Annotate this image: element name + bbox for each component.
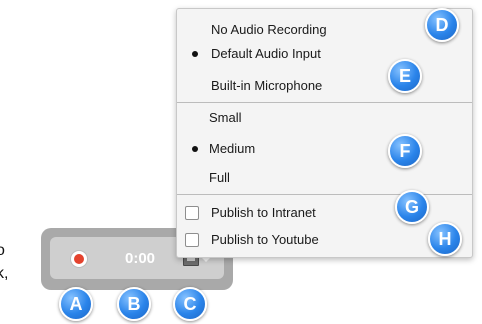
record-button[interactable] — [71, 251, 87, 267]
callout-badge-d: D — [425, 8, 459, 42]
menu-item-label: Default Audio Input — [211, 46, 321, 61]
recording-options-menu: No Audio Recording Default Audio Input B… — [176, 8, 473, 258]
menu-item-label: Full — [209, 170, 230, 185]
menu-item-label: No Audio Recording — [211, 22, 327, 37]
menu-item-label: Medium — [209, 141, 256, 156]
callout-badge-a: A — [59, 287, 93, 321]
clipped-text-line-2: k, — [0, 265, 9, 282]
recording-timer: 0:00 — [125, 250, 156, 267]
menu-item-builtin-mic[interactable]: Built-in Microphone — [177, 74, 472, 98]
publish-youtube-checkbox[interactable] — [185, 233, 199, 247]
menu-separator — [177, 102, 472, 103]
callout-badge-c: C — [173, 287, 207, 321]
publish-intranet-checkbox[interactable] — [185, 206, 199, 220]
menu-item-size-medium[interactable]: Medium — [177, 137, 472, 161]
menu-separator — [177, 194, 472, 195]
selected-bullet-icon — [192, 51, 198, 57]
menu-item-label: Built-in Microphone — [211, 78, 323, 93]
selected-bullet-icon — [192, 146, 198, 152]
menu-item-label: Small — [209, 110, 242, 125]
callout-badge-f: F — [388, 134, 422, 168]
publish-youtube-label: Publish to Youtube — [211, 232, 319, 247]
menu-item-size-full[interactable]: Full — [177, 166, 472, 190]
callout-badge-b: B — [117, 287, 151, 321]
menu-item-default-audio[interactable]: Default Audio Input — [177, 42, 472, 66]
callout-badge-g: G — [395, 190, 429, 224]
clipped-text-line-1: o — [0, 242, 5, 259]
menu-item-size-small[interactable]: Small — [177, 106, 472, 130]
callout-badge-e: E — [388, 59, 422, 93]
callout-badge-h: H — [428, 222, 462, 256]
publish-intranet-label: Publish to Intranet — [211, 205, 316, 220]
